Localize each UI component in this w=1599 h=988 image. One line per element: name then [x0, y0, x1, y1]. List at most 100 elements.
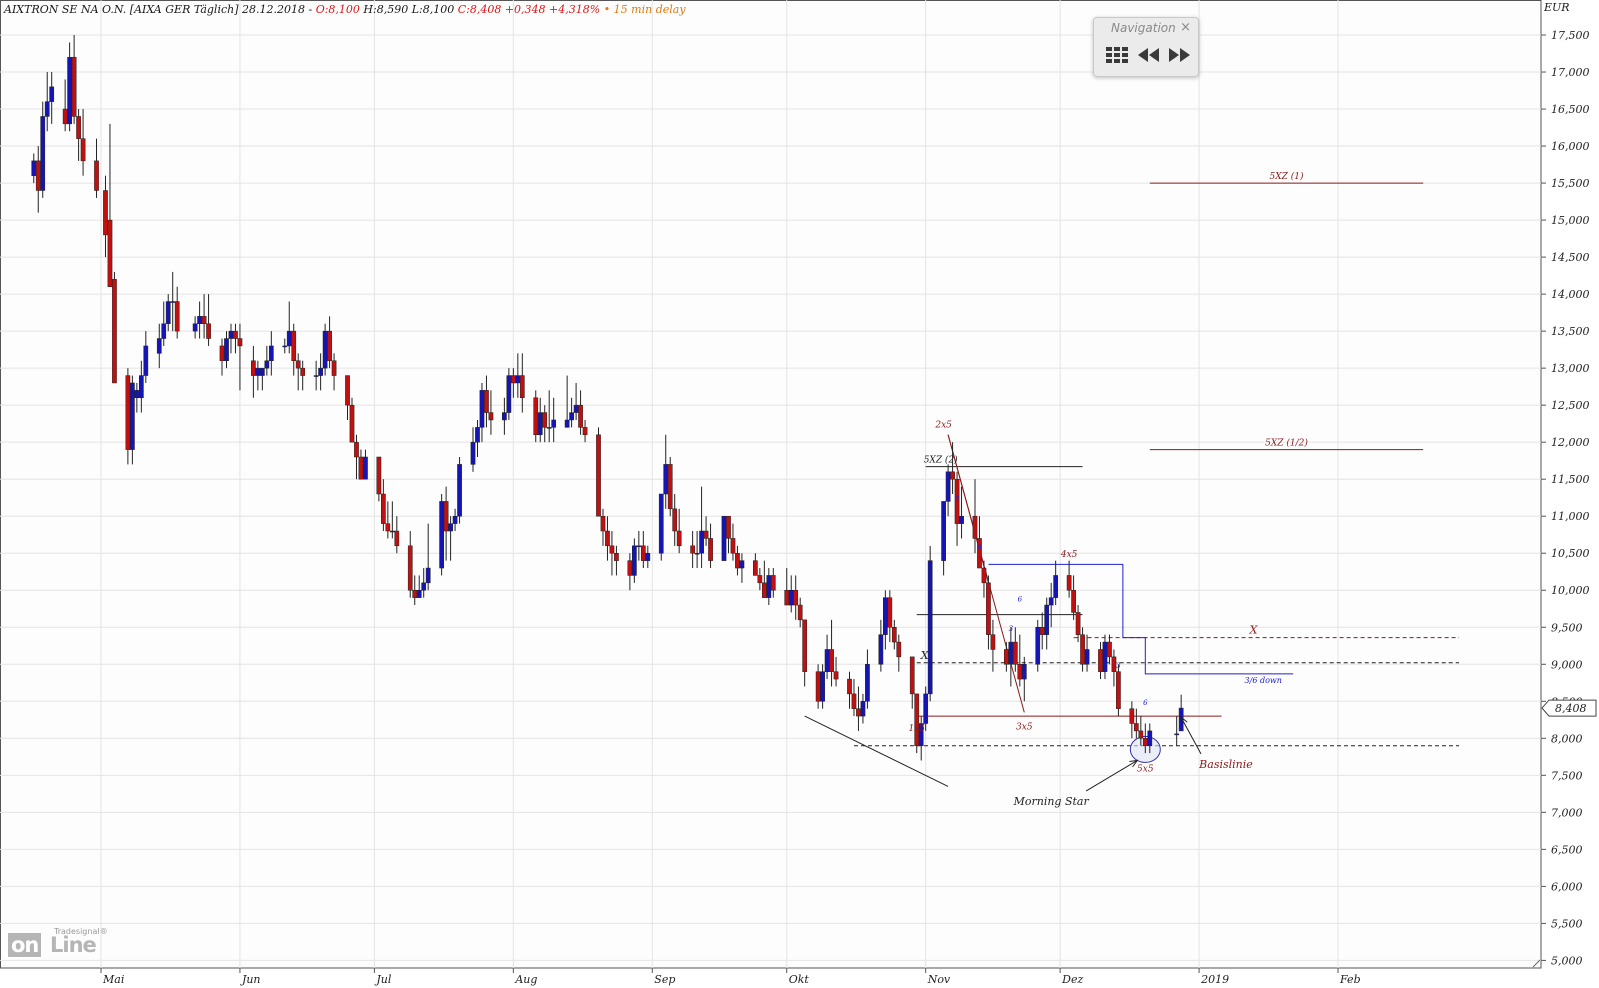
- candle-body: [1138, 730, 1144, 739]
- candle-body: [945, 471, 951, 502]
- candle-body: [479, 390, 485, 428]
- candle-body: [286, 330, 292, 347]
- fast-forward-icon[interactable]: [1166, 44, 1192, 66]
- candle-body: [130, 382, 135, 450]
- y-tick-label: 6,000: [1551, 880, 1583, 893]
- candle-body: [1129, 708, 1135, 724]
- candle-body: [502, 412, 507, 421]
- annotation-label: 1x5: [908, 724, 925, 734]
- last-price-label: 8,408: [1555, 702, 1587, 715]
- candle-body: [1098, 649, 1103, 672]
- candle-body: [632, 545, 637, 576]
- candle-body: [847, 678, 852, 695]
- candle-body: [788, 589, 794, 606]
- currency-label: EUR: [1543, 1, 1570, 14]
- candle-body: [891, 627, 897, 643]
- candle-body: [439, 501, 444, 569]
- candle-body: [515, 375, 521, 384]
- candle-body: [883, 597, 888, 635]
- candle-body: [506, 375, 512, 413]
- candle-body: [1075, 612, 1081, 635]
- candle-body: [1142, 738, 1148, 746]
- candle-body: [609, 545, 615, 554]
- candle-body: [376, 456, 382, 495]
- grid-icon[interactable]: [1104, 44, 1130, 66]
- candle-body: [1147, 730, 1153, 746]
- candle-body: [551, 419, 557, 428]
- candle-body: [829, 649, 834, 672]
- y-tick-label: 9,500: [1551, 621, 1583, 634]
- y-tick-label: 13,000: [1551, 362, 1590, 375]
- candle-body: [1071, 589, 1076, 613]
- wave-count-label: 3: [955, 495, 960, 503]
- candle-body: [640, 545, 646, 561]
- y-tick-label: 9,000: [1551, 658, 1583, 671]
- candle-body: [457, 464, 462, 517]
- candle-body: [295, 360, 301, 369]
- candle-body: [255, 367, 261, 376]
- candle-body: [264, 360, 270, 369]
- open-value: O:8,100: [315, 3, 360, 16]
- x-tick-label: Okt: [789, 973, 810, 986]
- candle-body: [134, 390, 140, 399]
- close-icon[interactable]: ×: [1180, 20, 1191, 35]
- wave-count-label: 6: [1143, 699, 1148, 707]
- rewind-icon[interactable]: [1136, 44, 1162, 66]
- candle-body: [165, 301, 171, 324]
- candle-body: [1080, 634, 1085, 665]
- y-tick-label: 15,000: [1551, 214, 1590, 227]
- candle-body: [389, 530, 395, 533]
- candle-body: [533, 397, 539, 436]
- candle-body: [40, 116, 46, 191]
- candle-body: [67, 56, 72, 125]
- candle-body: [730, 538, 736, 554]
- y-tick-label: 15,500: [1551, 177, 1590, 190]
- candle-body: [484, 390, 489, 413]
- y-tick-label: 17,000: [1551, 66, 1590, 79]
- candle-body: [802, 619, 808, 672]
- candle-body: [573, 404, 579, 413]
- y-tick-label: 17,500: [1551, 29, 1590, 42]
- candle-body: [694, 552, 700, 555]
- candle-body: [959, 515, 964, 524]
- candle-body: [112, 279, 117, 384]
- candle-body: [815, 671, 821, 702]
- candle-body: [703, 530, 709, 539]
- candle-body: [1039, 627, 1045, 635]
- candle-body: [260, 367, 265, 376]
- candle-body: [80, 138, 86, 162]
- step-line-label: 3/6 down: [1245, 676, 1282, 685]
- candle-body: [125, 375, 131, 450]
- candle-body: [797, 604, 803, 621]
- y-tick-label: 7,500: [1551, 769, 1583, 782]
- candle-body: [425, 567, 431, 584]
- candle-body: [564, 419, 570, 428]
- candle-body: [537, 412, 543, 436]
- candle-body: [1008, 641, 1014, 665]
- candle-body: [313, 375, 319, 377]
- candle-body: [327, 330, 332, 362]
- candle-body: [300, 367, 306, 376]
- candle-body: [237, 338, 243, 347]
- candle-body: [1133, 723, 1139, 732]
- candle-body: [950, 471, 955, 480]
- candle-body: [596, 434, 601, 517]
- candle-body: [228, 330, 234, 339]
- price-axis: 5,0005,5006,0006,5007,0007,5008,0008,500…: [1532, 1, 1597, 967]
- candle-body: [421, 582, 427, 591]
- candle-body: [192, 323, 198, 332]
- annotation-label: Morning Star: [1013, 795, 1090, 808]
- candle-body: [784, 589, 790, 606]
- candle-body: [690, 545, 695, 554]
- candle-body: [161, 323, 167, 339]
- candle-body: [443, 501, 449, 532]
- price-chart[interactable]: 5XZ (1) 5XZ (1/2) 5XZ (2) X X 3/6 down 2x5 4x5 1…: [0, 0, 1599, 988]
- candle-body: [1004, 649, 1009, 665]
- wave-count-label: 6: [977, 544, 982, 552]
- candle-body: [757, 575, 763, 584]
- candle-body: [739, 560, 745, 569]
- candle-body: [363, 456, 368, 480]
- candle-body: [887, 597, 893, 628]
- y-tick-label: 16,500: [1551, 103, 1590, 116]
- candle-body: [614, 552, 619, 561]
